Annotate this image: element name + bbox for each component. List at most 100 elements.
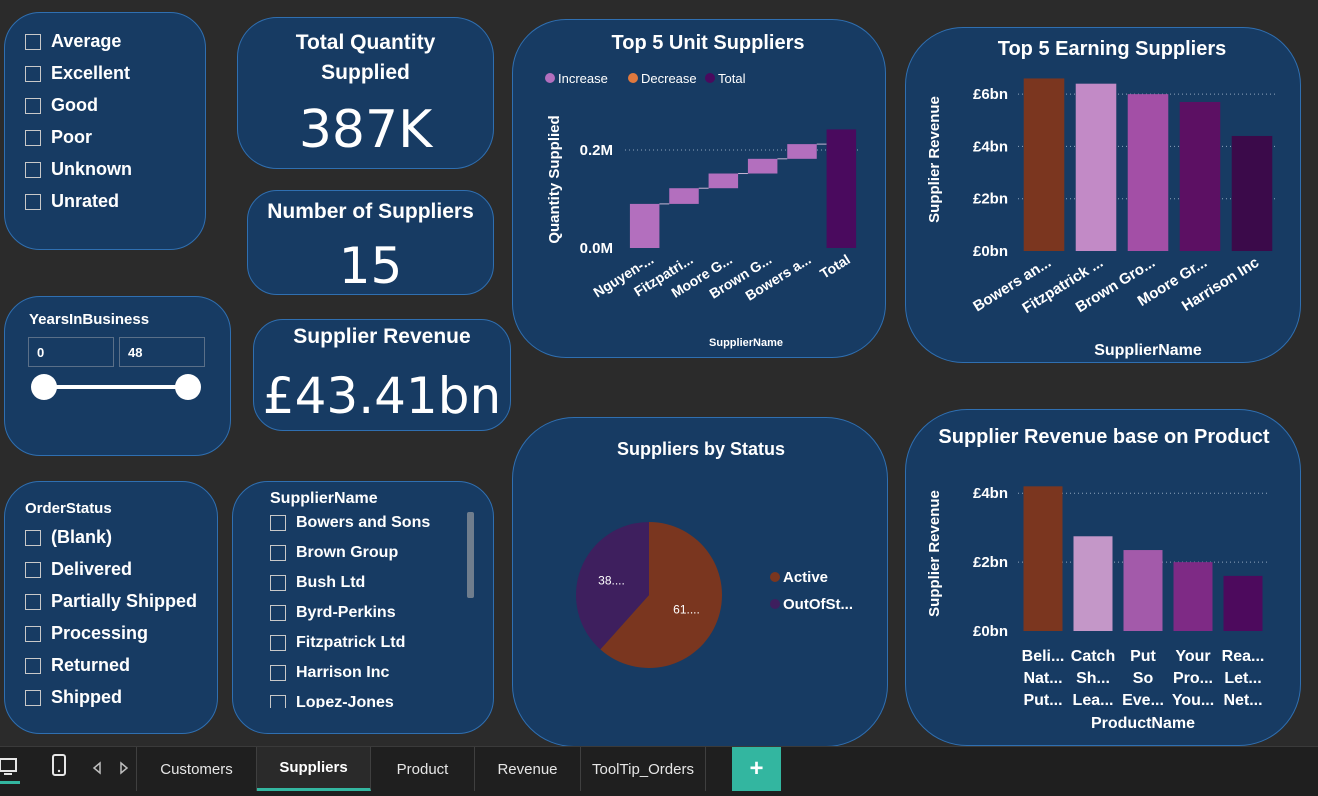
slicer-option[interactable]: Bowers and Sons xyxy=(270,514,430,532)
x-tick-label: Total xyxy=(817,251,853,282)
bar[interactable] xyxy=(1179,101,1221,251)
waterfall-bar[interactable] xyxy=(826,129,857,248)
option-label: Average xyxy=(51,31,122,51)
slicer-option[interactable]: Delivered xyxy=(25,559,132,580)
bar[interactable] xyxy=(1231,135,1273,251)
checkbox-icon[interactable] xyxy=(270,605,286,621)
slicer-option[interactable]: Lopez-Jones xyxy=(270,694,394,708)
x-tick-label: Catch xyxy=(1071,648,1115,665)
checkbox-icon[interactable] xyxy=(270,515,286,531)
option-label: Bowers and Sons xyxy=(296,514,431,531)
bar[interactable] xyxy=(1023,486,1063,631)
checkbox-icon[interactable] xyxy=(270,575,286,591)
slider-max-handle[interactable] xyxy=(175,374,201,400)
slicer-option[interactable]: (Blank) xyxy=(25,527,112,548)
scroll-left-icon[interactable] xyxy=(92,761,102,775)
earning-bar-chart: Top 5 Earning Suppliers £0bn £2bn £4bn £6bn S… xyxy=(926,38,1278,359)
bar[interactable] xyxy=(1173,562,1213,631)
x-axis-label: SupplierName xyxy=(709,337,783,349)
legend-label: Increase xyxy=(558,71,608,86)
slicer-option[interactable]: Processing xyxy=(25,623,148,644)
waterfall-bar[interactable] xyxy=(708,173,739,189)
slicer-option[interactable]: Harrison Inc xyxy=(270,664,389,682)
checkbox-icon[interactable] xyxy=(25,33,41,50)
x-tick-label: You... xyxy=(1172,692,1214,709)
slicer-option[interactable]: Shipped xyxy=(25,687,122,708)
years-max-input[interactable]: 48 xyxy=(119,337,205,367)
slicer-option[interactable]: Excellent xyxy=(25,63,130,84)
bar[interactable] xyxy=(1023,78,1065,251)
option-label: Lopez-Jones xyxy=(296,694,394,708)
checkbox-icon[interactable] xyxy=(25,529,41,546)
checkbox-icon[interactable] xyxy=(25,129,41,146)
slicer-option[interactable]: Good xyxy=(25,95,98,116)
checkbox-icon[interactable] xyxy=(25,97,41,114)
years-min-input[interactable]: 0 xyxy=(28,337,114,367)
y-tick-label: £4bn xyxy=(973,485,1008,502)
tab-suppliers[interactable]: Suppliers xyxy=(257,747,371,791)
checkbox-icon[interactable] xyxy=(25,65,41,82)
bar[interactable] xyxy=(1223,575,1263,631)
legend-label: Total xyxy=(718,71,746,86)
bar[interactable] xyxy=(1073,536,1113,631)
slicer-option[interactable]: Partially Shipped xyxy=(25,591,197,612)
add-page-label: + xyxy=(749,755,764,782)
bar[interactable] xyxy=(1075,83,1117,251)
slicer-option[interactable]: Fitzpatrick Ltd xyxy=(270,634,405,652)
waterfall-bar[interactable] xyxy=(747,158,778,174)
x-tick-label: Net... xyxy=(1223,692,1262,709)
slicer-option[interactable]: Average xyxy=(25,31,121,52)
checkbox-icon[interactable] xyxy=(25,625,41,642)
add-page-button[interactable]: + xyxy=(732,747,781,791)
checkbox-icon[interactable] xyxy=(25,193,41,210)
slicer-option[interactable]: Brown Group xyxy=(270,544,398,562)
waterfall-bar[interactable] xyxy=(787,144,817,159)
x-axis-label: ProductName xyxy=(1091,715,1195,732)
checkbox-icon[interactable] xyxy=(270,695,286,708)
option-label: Excellent xyxy=(51,63,131,83)
waterfall-bar[interactable] xyxy=(669,188,699,204)
tab-customers[interactable]: Customers xyxy=(136,747,257,791)
bar[interactable] xyxy=(1123,550,1163,631)
x-tick-label: Lea... xyxy=(1073,692,1114,709)
mobile-view-icon[interactable] xyxy=(51,753,67,779)
kpi-title: Total Quantity Supplied xyxy=(295,31,436,84)
slicer-option[interactable]: Returned xyxy=(25,655,130,676)
slider-min-handle[interactable] xyxy=(31,374,57,400)
years-max-value: 48 xyxy=(128,345,143,360)
dashboard-canvas: Average Excellent Good Poor Unknown Unrated T… xyxy=(0,0,1318,796)
slicer-option[interactable]: Bush Ltd xyxy=(270,574,365,592)
bar[interactable] xyxy=(1127,94,1169,252)
checkbox-icon[interactable] xyxy=(270,545,286,561)
waterfall-bar[interactable] xyxy=(629,203,660,248)
option-label: Unrated xyxy=(51,191,120,211)
slicer-option[interactable]: Unrated xyxy=(25,191,119,212)
slicer-option[interactable]: Byrd-Perkins xyxy=(270,604,396,622)
checkbox-icon[interactable] xyxy=(25,689,41,706)
checkbox-icon[interactable] xyxy=(270,635,286,651)
option-label: (Blank) xyxy=(51,527,113,547)
tab-tooltip-orders[interactable]: ToolTip_Orders xyxy=(581,747,706,791)
option-label: Partially Shipped xyxy=(51,591,198,611)
supplier-list-scrollbar[interactable] xyxy=(467,512,474,598)
status-pie-chart: Suppliers by Status 61.... 38.... Active Out… xyxy=(576,439,853,668)
slicer-option[interactable]: Unknown xyxy=(25,159,132,180)
tab-revenue[interactable]: Revenue xyxy=(475,747,581,791)
tab-product[interactable]: Product xyxy=(371,747,475,791)
x-tick-label: Nat... xyxy=(1023,670,1062,687)
y-tick-label: £0bn xyxy=(973,623,1008,640)
checkbox-icon[interactable] xyxy=(270,665,286,681)
suppliers-by-status-chart: Suppliers by Status 61.... 38.... Active Out… xyxy=(512,417,888,747)
years-in-business-slicer: YearsInBusiness 0 48 xyxy=(4,296,231,456)
checkbox-icon[interactable] xyxy=(25,657,41,674)
option-label: Returned xyxy=(51,655,131,675)
checkbox-icon[interactable] xyxy=(25,593,41,610)
checkbox-icon[interactable] xyxy=(25,561,41,578)
scroll-right-icon[interactable] xyxy=(119,761,129,775)
slicer-option[interactable]: Poor xyxy=(25,127,92,148)
desktop-view-icon[interactable] xyxy=(0,755,20,785)
y-tick-label: £6bn xyxy=(973,86,1008,103)
x-tick-label: Eve... xyxy=(1122,692,1164,709)
option-label: Fitzpatrick Ltd xyxy=(296,634,406,651)
checkbox-icon[interactable] xyxy=(25,161,41,178)
